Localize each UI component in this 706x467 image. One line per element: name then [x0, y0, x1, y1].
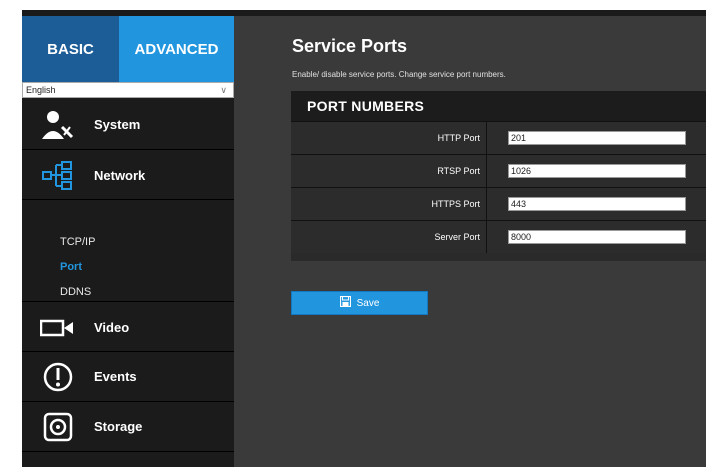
exclamation-icon: [38, 360, 78, 394]
rtsp-port-label: RTSP Port: [291, 155, 487, 187]
disk-icon: [38, 410, 78, 444]
sidebar-item-storage[interactable]: Storage: [22, 402, 234, 452]
port-numbers-panel: PORT NUMBERS HTTP Port RTSP Port HTTPS P…: [291, 91, 706, 261]
sidebar-item-network[interactable]: Network: [22, 152, 244, 200]
http-port-field[interactable]: [508, 131, 686, 145]
sidebar-item-events[interactable]: Events: [22, 352, 234, 402]
panel-title: PORT NUMBERS: [291, 91, 706, 121]
table-row: HTTP Port: [291, 121, 706, 154]
subnav-item-port[interactable]: Port: [60, 261, 82, 273]
camera-icon: [38, 311, 78, 345]
table-row: RTSP Port: [291, 154, 706, 187]
rtsp-port-field[interactable]: [508, 164, 686, 178]
sidebar: BASIC ADVANCED English ∨ System Network …: [22, 16, 244, 467]
table-row: HTTPS Port: [291, 187, 706, 220]
https-port-label: HTTPS Port: [291, 188, 487, 220]
tab-basic[interactable]: BASIC: [22, 16, 119, 82]
language-value: English: [26, 85, 56, 95]
save-button-label: Save: [356, 297, 380, 309]
tab-advanced-label: ADVANCED: [134, 40, 219, 58]
sidebar-item-system[interactable]: System: [22, 100, 234, 150]
page-title: Service Ports: [292, 36, 408, 56]
network-submenu: TCP/IP Port DDNS: [22, 202, 234, 302]
user-wrench-icon: [38, 108, 78, 142]
language-select[interactable]: English ∨: [22, 82, 234, 98]
sidebar-item-video[interactable]: Video: [22, 304, 234, 352]
tab-basic-label: BASIC: [47, 40, 94, 58]
subnav-item-tcpip[interactable]: TCP/IP: [60, 236, 95, 248]
save-icon: [339, 295, 351, 310]
sidebar-item-label: Network: [94, 168, 146, 183]
server-port-field[interactable]: [508, 230, 686, 244]
sidebar-item-label: Video: [94, 320, 130, 335]
main-content: Service Ports Enable/ disable service po…: [234, 16, 706, 467]
sidebar-item-label: Events: [94, 369, 137, 384]
table-row: Server Port: [291, 220, 706, 253]
tab-advanced[interactable]: ADVANCED: [119, 16, 234, 91]
server-port-label: Server Port: [291, 221, 487, 253]
page-description: Enable/ disable service ports. Change se…: [292, 70, 506, 79]
save-button[interactable]: Save: [291, 291, 428, 315]
subnav-item-ddns[interactable]: DDNS: [60, 286, 91, 298]
network-tree-icon: [38, 159, 78, 193]
sidebar-item-label: Storage: [94, 419, 143, 434]
chevron-down-icon: ∨: [220, 85, 227, 95]
sidebar-item-label: System: [94, 117, 141, 132]
http-port-label: HTTP Port: [291, 122, 487, 154]
https-port-field[interactable]: [508, 197, 686, 211]
